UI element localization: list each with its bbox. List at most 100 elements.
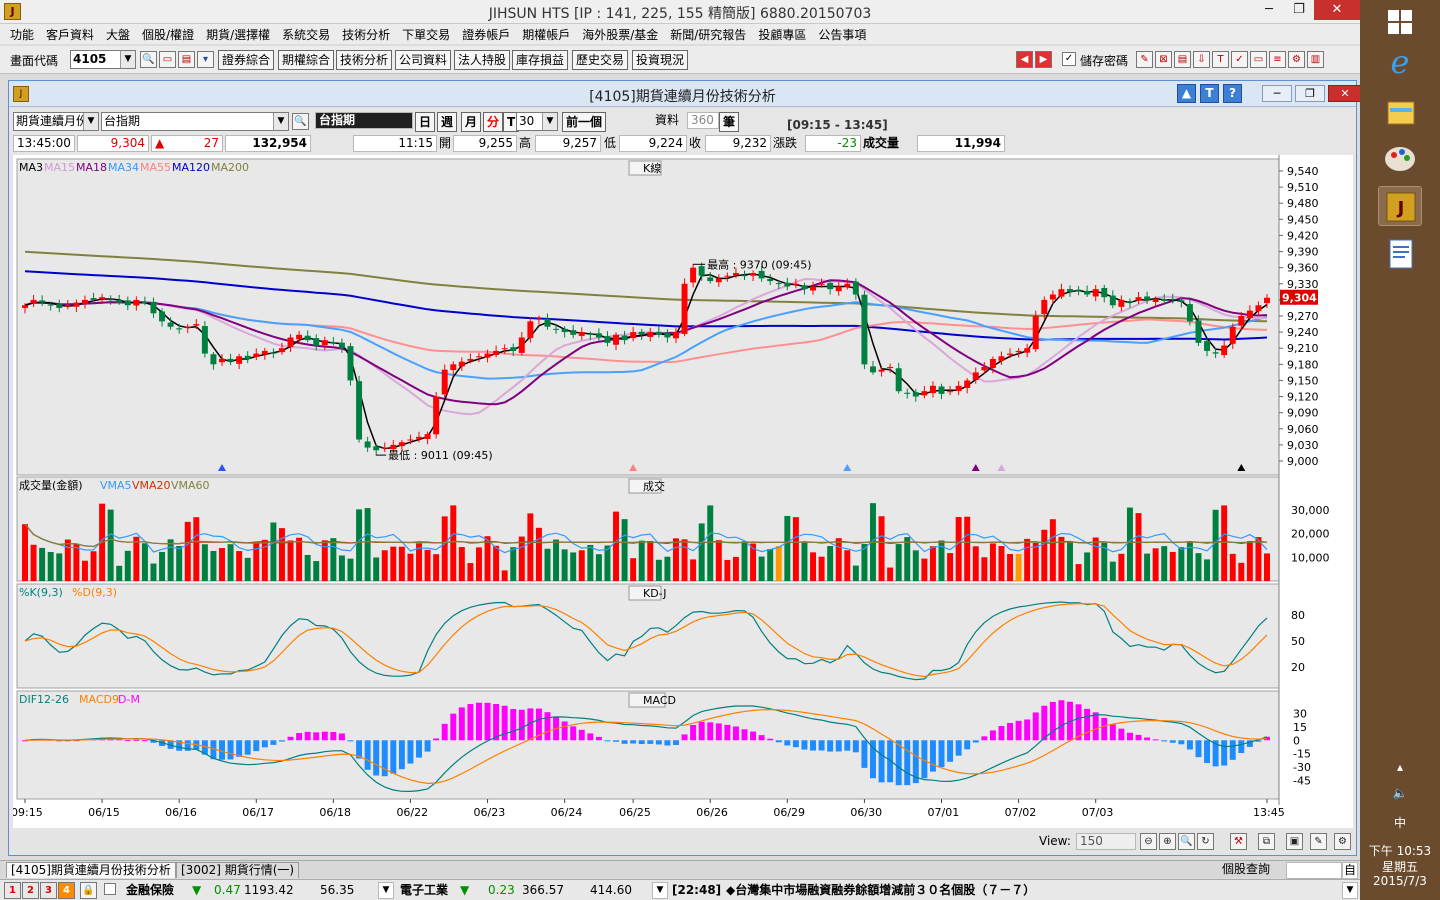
menu-item-5[interactable]: 系統交易 [276,24,336,44]
print-icon[interactable]: ▤ [178,51,195,68]
text-icon[interactable]: T [1212,51,1229,68]
list-icon[interactable]: ≡ [1269,51,1286,68]
bi-button[interactable]: 筆 [719,112,740,132]
search-icon[interactable]: 🔍 [292,113,309,130]
minimize-button[interactable]: ─ [1254,0,1284,20]
chevron-down-icon[interactable]: ▼ [273,113,288,130]
layout-num-button-4[interactable]: 4 [58,882,75,899]
menu-item-9[interactable]: 期權帳戶 [516,24,576,44]
help-icon[interactable]: ? [1223,84,1242,103]
settings-gear-icon[interactable]: ⚙ [1334,833,1351,850]
period-button-3[interactable]: 分 [483,112,504,132]
view-value[interactable]: 150 [1076,833,1136,850]
chevron-down-icon[interactable]: ▼ [120,51,135,68]
chart-canvas[interactable]: MA3 MA15 MA18 MA34 MA55 MA120 MA200 K線成交量(金額) VM… [13,155,1353,828]
toolbar-button-0[interactable]: 證券綜合 [218,50,275,70]
search-icon[interactable]: 🔍 [140,51,157,68]
print-icon[interactable]: ▤ [1174,51,1191,68]
menu-item-11[interactable]: 新聞/研究報告 [664,24,752,44]
chevron-down-icon[interactable]: ▼ [652,882,668,899]
delete-icon[interactable]: ⊠ [1155,51,1172,68]
download-icon[interactable]: ⇩ [1193,51,1210,68]
chart-icon[interactable]: ✓ [1231,51,1248,68]
period-button-2[interactable]: 月 [461,112,482,132]
draw-tools-icon[interactable]: ⚒ [1230,833,1247,850]
arrow-left-icon[interactable]: ◀ [1016,51,1033,68]
toolbar-button-7[interactable]: 投資現況 [632,50,689,70]
dropdown-icon[interactable]: ▾ [197,51,214,68]
toolbar-button-6[interactable]: 歷史交易 [572,50,629,70]
menu-item-1[interactable]: 客戶資料 [40,24,100,44]
interval-combo[interactable]: 30 ▼ [516,112,558,131]
window-icon[interactable]: ▭ [1250,51,1267,68]
chevron-down-icon[interactable]: ▼ [378,882,394,899]
stock-query-input[interactable] [1286,862,1342,879]
zoom-out-icon[interactable]: ⊖ [1140,833,1157,850]
chevron-down-icon[interactable]: ▼ [83,113,98,130]
tab-3002[interactable]: [3002] 期貨行情(一) [176,862,300,878]
period-button-1[interactable]: 週 [437,112,458,132]
lock-icon[interactable]: 🔒 [80,882,97,899]
toolbar-button-3[interactable]: 公司資料 [395,50,452,70]
windows-start-icon[interactable] [1378,2,1422,42]
tray-up-arrow-icon[interactable]: ▴ [1360,760,1440,774]
menu-item-4[interactable]: 期貨/選擇權 [200,24,276,44]
chart-area[interactable]: MA3 MA15 MA18 MA34 MA55 MA120 MA200 K線 成交量(金額) VM… [13,155,1353,828]
document-app-icon[interactable] [1378,234,1422,274]
menu-item-10[interactable]: 海外股票/基金 [576,24,664,44]
tray-network-icon[interactable]: 🔈 [1360,786,1440,800]
toolbar-button-5[interactable]: 庫存損益 [512,50,569,70]
close-button[interactable]: ✕ [1314,0,1360,20]
clock-time[interactable]: 下午 10:53 [1360,842,1440,859]
paint-app-icon[interactable] [1378,138,1422,178]
menu-item-7[interactable]: 下單交易 [396,24,456,44]
zoom-in-icon[interactable]: ⊕ [1159,833,1176,850]
ime-indicator[interactable]: 中 [1360,814,1440,831]
child-minimize-button[interactable]: ─ [1262,85,1292,102]
file-explorer-icon[interactable] [1378,92,1422,132]
menu-item-2[interactable]: 大盤 [100,24,136,44]
arrow-up-icon[interactable]: ▲ [1177,84,1196,103]
product-type-combo[interactable]: 期貨連續月份 ▼ [13,112,99,131]
screen-code-combo[interactable]: 4105 ▼ [70,50,136,69]
period-button-0[interactable]: 日 [415,112,436,132]
menu-item-8[interactable]: 證券帳戶 [456,24,516,44]
toolbar-button-2[interactable]: 技術分析 [336,50,393,70]
layout-num-button-3[interactable]: 3 [40,882,57,899]
settings-icon[interactable]: ⚙ [1288,51,1305,68]
menu-item-0[interactable]: 功能 [4,24,40,44]
menu-item-3[interactable]: 個股/權證 [136,24,200,44]
ticker-checkbox[interactable] [104,883,116,895]
data-count-input[interactable]: 360 [687,112,719,129]
toolbar-button-1[interactable]: 期權綜合 [278,50,335,70]
chevron-down-icon[interactable]: ▼ [542,113,557,130]
arrow-right-icon[interactable]: ▶ [1035,51,1052,68]
child-restore-button[interactable]: ❐ [1295,85,1325,102]
edit-icon[interactable]: ✎ [1136,51,1153,68]
layout-num-button-1[interactable]: 1 [4,882,21,899]
layout-num-button-2[interactable]: 2 [22,882,39,899]
prev-button[interactable]: 前一個 [562,112,607,132]
menu-item-6[interactable]: 技術分析 [336,24,396,44]
layout-icon[interactable]: ▥ [1307,51,1324,68]
window-icon[interactable]: ▭ [159,51,176,68]
text-t-icon[interactable]: T [1200,84,1219,103]
internet-explorer-icon[interactable]: e [1378,42,1422,82]
menu-item-13[interactable]: 公告事項 [812,24,872,44]
refresh-icon[interactable]: ↻ [1197,833,1214,850]
news-headline[interactable]: ◆台灣集中市場融資融券餘額增減前３０名個股（７－７） [726,883,1035,898]
copy-icon[interactable]: ⧉ [1258,833,1275,850]
save-icon[interactable]: ▣ [1286,833,1303,850]
tab-4105[interactable]: [4105]期貨連續月份技術分析 [6,862,176,878]
child-close-button[interactable]: ✕ [1328,85,1362,102]
jihsun-hts-taskbar-icon[interactable]: J [1378,186,1422,226]
zoom-icon[interactable]: 🔍 [1178,833,1195,850]
chevron-down-icon[interactable]: ▼ [1342,882,1358,899]
stock-query-button[interactable]: 自 [1342,862,1358,879]
menu-item-12[interactable]: 投顧專區 [752,24,812,44]
toolbar-button-4[interactable]: 法人持股 [454,50,511,70]
save-password-checkbox[interactable]: ✓ [1062,52,1076,66]
restore-button[interactable]: ❐ [1284,0,1314,20]
pencil-icon[interactable]: ✎ [1310,833,1327,850]
symbol-combo[interactable]: 台指期 ▼ [101,112,289,131]
